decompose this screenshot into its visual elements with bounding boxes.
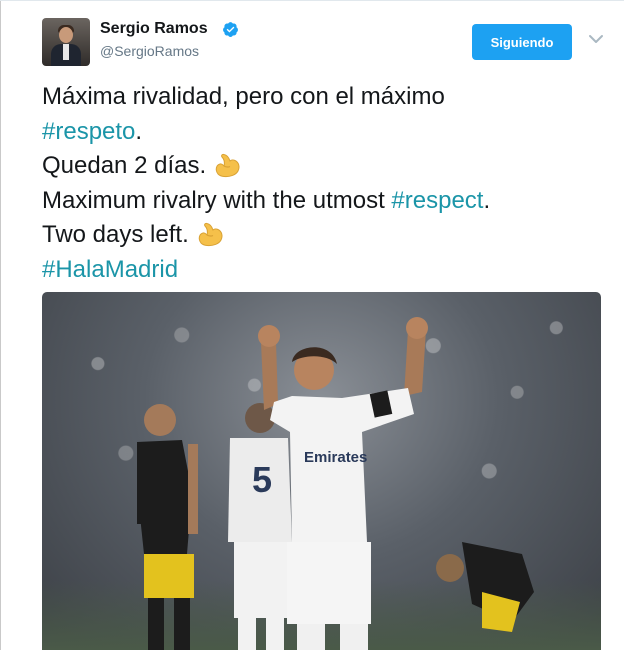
kit-lettering: Emirates — [304, 449, 367, 466]
flexed-biceps-emoji — [198, 222, 223, 247]
tweet-line-4: Maximum rivalry with the utmost #respect… — [42, 186, 491, 214]
hashtag-respeto[interactable]: #respeto — [42, 118, 135, 145]
tweet-line-6: #HalaMadrid — [42, 253, 612, 288]
tweet-line-2: #respeto. — [42, 117, 143, 145]
chevron-down-icon[interactable] — [587, 33, 605, 45]
flexed-biceps-emoji — [215, 153, 240, 178]
tweet-line-3: Quedan 2 días. — [42, 149, 612, 184]
teammate-white: 5 — [228, 403, 292, 650]
opponent-player-left — [137, 404, 198, 650]
shirt-number: 5 — [252, 459, 272, 500]
verified-badge-icon — [223, 22, 238, 37]
hashtag-respect[interactable]: #respect — [391, 187, 483, 214]
author-name[interactable]: Sergio Ramos — [100, 20, 208, 38]
window-edge — [0, 0, 1, 650]
top-divider — [0, 0, 624, 1]
tweet-photo[interactable]: 5 Emirates — [42, 292, 601, 650]
tweet-line-5: Two days left. — [42, 218, 612, 253]
tweet-line-1: Máxima rivalidad, pero con el máximo — [42, 83, 445, 110]
following-button[interactable]: Siguiendo — [472, 24, 572, 60]
opponent-player-right — [436, 542, 534, 632]
avatar[interactable] — [42, 18, 90, 66]
tweet-text: Máxima rivalidad, pero con el máximo #re… — [42, 80, 612, 287]
hashtag-halamadrid[interactable]: #HalaMadrid — [42, 256, 178, 283]
players-illustration: 5 Emirates — [137, 317, 534, 650]
author-handle[interactable]: @SergioRamos — [100, 43, 199, 59]
